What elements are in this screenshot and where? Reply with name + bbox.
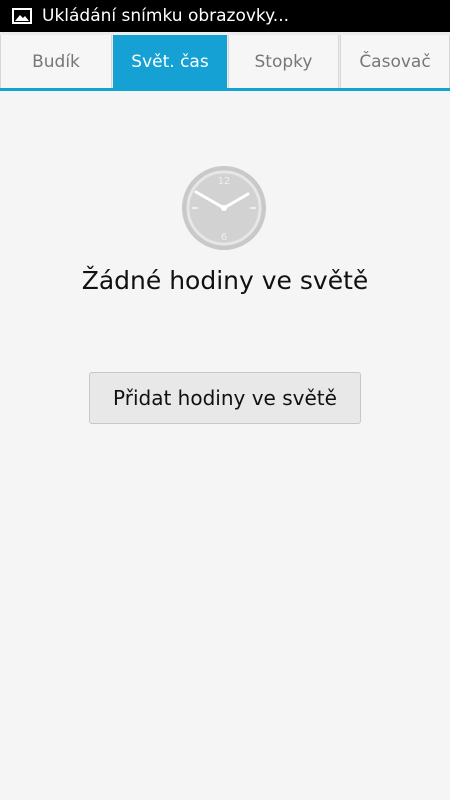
- status-bar: Ukládání snímku obrazovky...: [0, 0, 450, 32]
- tab-bar: Budík Svět. čas Stopky Časovač: [0, 32, 450, 88]
- image-icon: [12, 8, 32, 24]
- clock-number-6: 6: [221, 232, 227, 243]
- tab-alarm[interactable]: Budík: [0, 35, 112, 88]
- tab-timer[interactable]: Časovač: [340, 35, 450, 88]
- tab-world-clock[interactable]: Svět. čas: [113, 35, 227, 88]
- clock-icon: 12 6: [182, 166, 266, 250]
- status-notification-text: Ukládání snímku obrazovky...: [42, 6, 290, 26]
- tab-indicator: [0, 88, 450, 91]
- empty-state-title: Žádné hodiny ve světě: [81, 266, 369, 295]
- add-world-clock-button[interactable]: Přidat hodiny ve světě: [89, 372, 361, 424]
- tab-stopwatch[interactable]: Stopky: [228, 35, 339, 88]
- clock-number-12: 12: [218, 176, 231, 187]
